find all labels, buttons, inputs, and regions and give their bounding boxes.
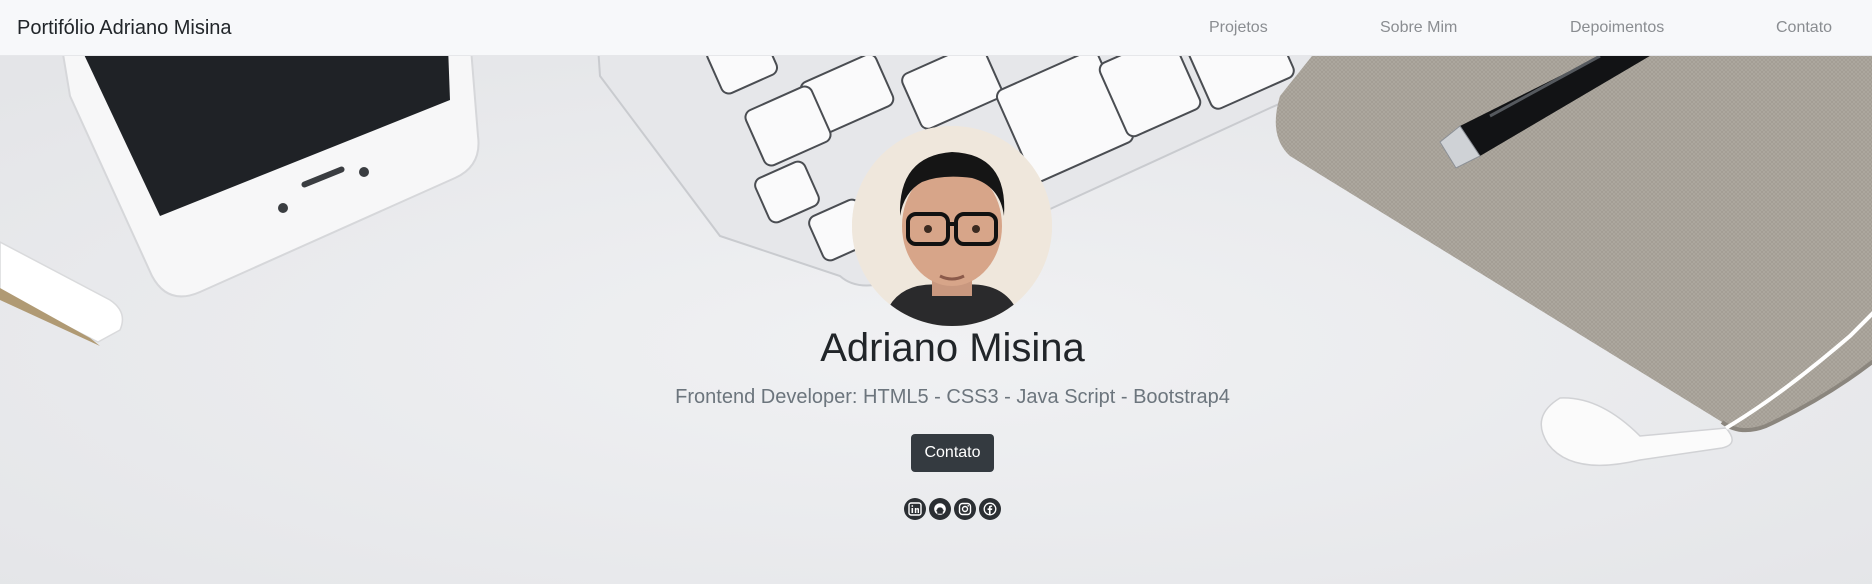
- hero-section: Adriano Misina Frontend Developer: HTML5…: [0, 56, 1872, 584]
- instagram-icon[interactable]: [954, 498, 976, 520]
- linkedin-icon[interactable]: [904, 498, 926, 520]
- github-icon[interactable]: [929, 498, 951, 520]
- facebook-icon[interactable]: [979, 498, 1001, 520]
- navbar-brand[interactable]: Portifólio Adriano Misina: [17, 16, 232, 40]
- navbar: Portifólio Adriano Misina Projetos Sobre…: [0, 0, 1872, 56]
- profile-name: Adriano Misina: [820, 326, 1085, 370]
- nav-link-sobre-mim[interactable]: Sobre Mim: [1380, 18, 1457, 38]
- nav-link-contato[interactable]: Contato: [1776, 18, 1832, 38]
- contact-button[interactable]: Contato: [911, 434, 994, 472]
- profile-avatar: [852, 126, 1052, 326]
- nav-link-projetos[interactable]: Projetos: [1209, 18, 1268, 38]
- profile-subtitle: Frontend Developer: HTML5 - CSS3 - Java …: [675, 386, 1230, 408]
- nav-link-depoimentos[interactable]: Depoimentos: [1570, 18, 1664, 38]
